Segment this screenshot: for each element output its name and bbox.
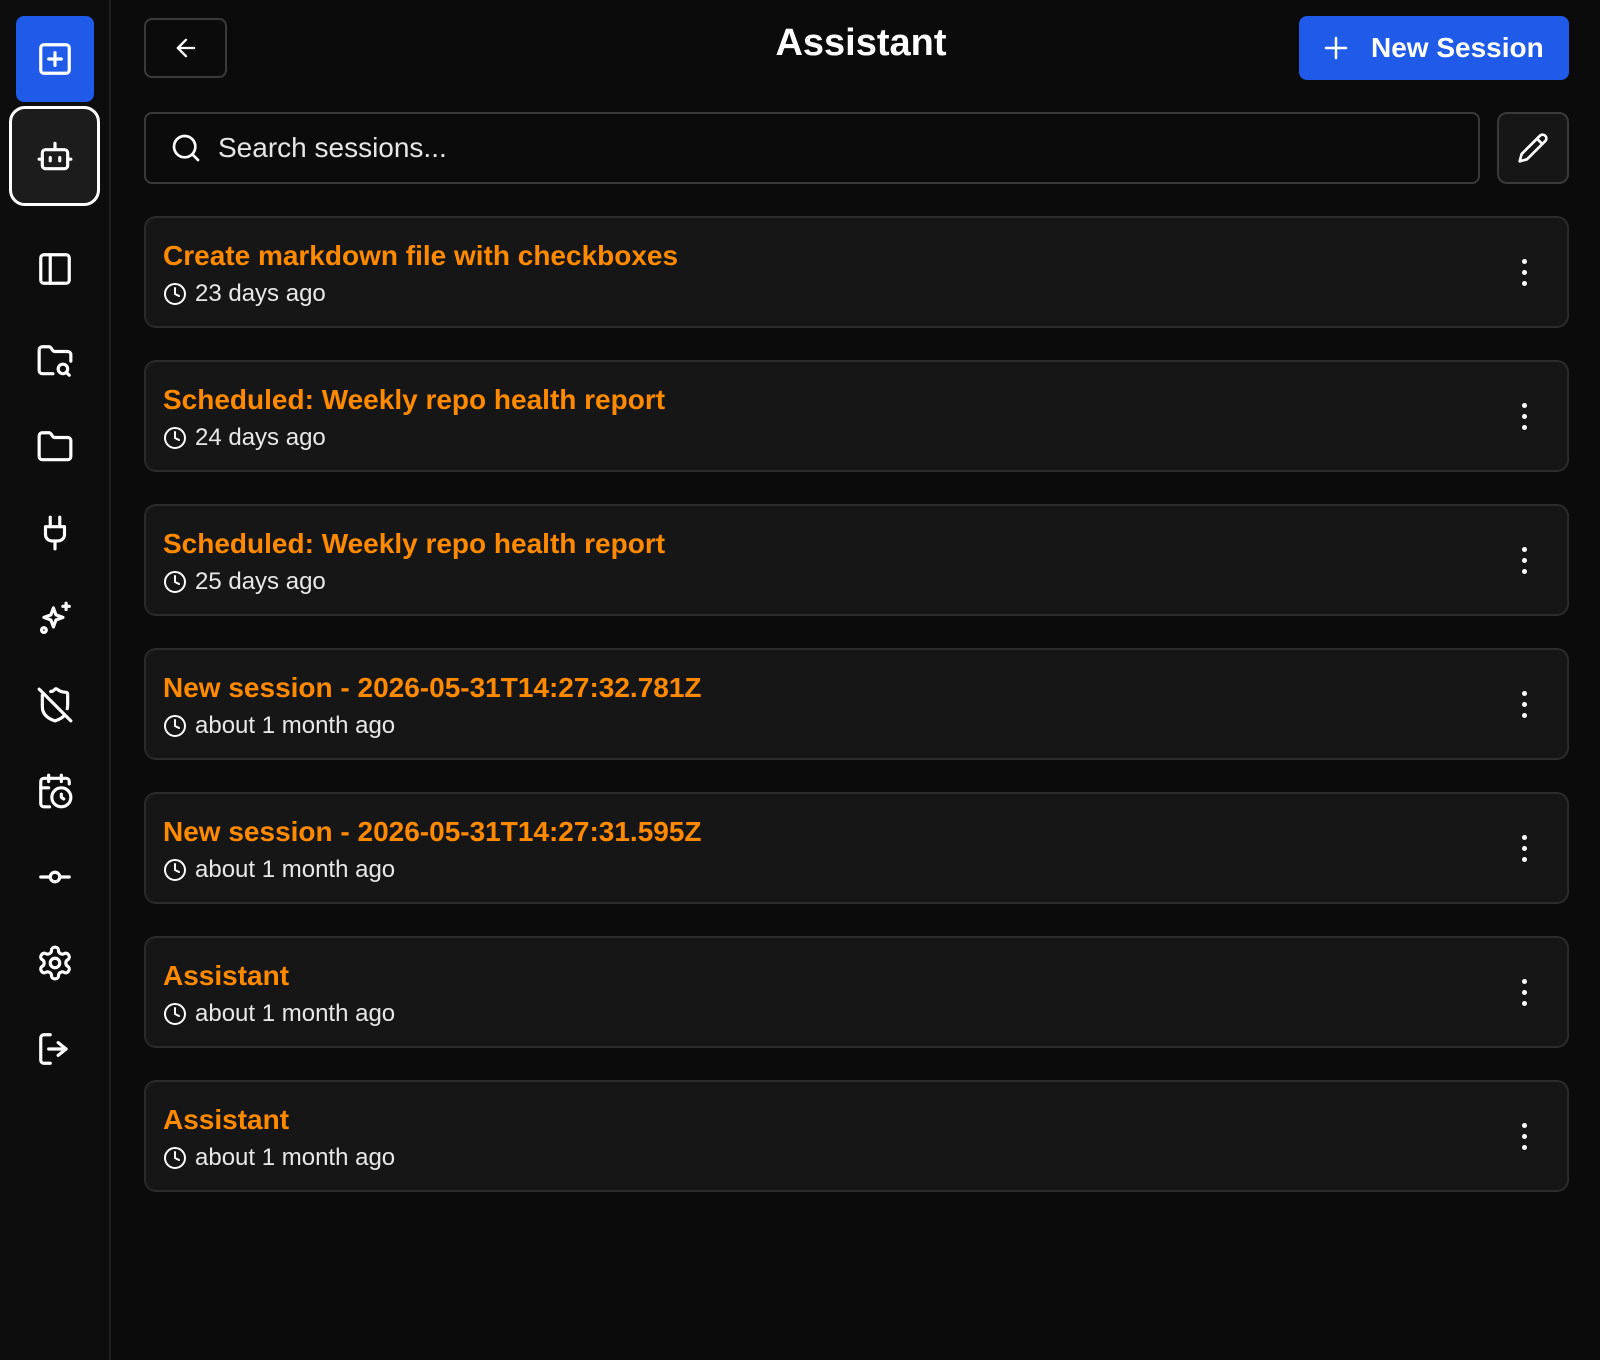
session-time: about 1 month ago <box>195 856 396 883</box>
session-meta: about 1 month ago <box>163 856 395 884</box>
sidebar-item-folder-search[interactable] <box>16 318 94 404</box>
session-meta: 23 days ago <box>163 280 326 308</box>
session-meta: 24 days ago <box>163 424 326 452</box>
session-meta: about 1 month ago <box>163 712 395 740</box>
clock-icon <box>164 283 186 305</box>
more-options-icon[interactable] <box>1509 1112 1539 1160</box>
panel-icon <box>39 253 71 285</box>
session-time: 23 days ago <box>195 280 326 307</box>
session-time: 25 days ago <box>195 568 326 595</box>
search-icon <box>172 134 200 162</box>
search-input[interactable] <box>218 132 1418 164</box>
page-title: Assistant <box>775 22 947 64</box>
commit-icon <box>39 870 71 884</box>
session-title: New session - 2026-05-31T14:27:32.781Z <box>163 672 702 703</box>
sidebar-item-assistant[interactable] <box>9 106 100 206</box>
clock-icon <box>164 427 186 449</box>
session-time: about 1 month ago <box>195 1144 396 1171</box>
session-card[interactable]: Create markdown file with checkboxes 23 … <box>144 216 1569 328</box>
sidebar-item-commits[interactable] <box>16 834 94 920</box>
plus-icon <box>1324 36 1348 60</box>
session-title: Assistant <box>163 960 290 991</box>
edit-sessions-button[interactable] <box>1497 112 1569 184</box>
settings-icon <box>39 945 71 981</box>
session-card[interactable]: New session - 2026-05-31T14:27:32.781Z a… <box>144 648 1569 760</box>
sidebar <box>0 0 111 1360</box>
new-chat-icon <box>39 43 71 75</box>
folder-icon <box>37 431 73 462</box>
session-time: 24 days ago <box>195 424 326 451</box>
session-meta: about 1 month ago <box>163 1000 395 1028</box>
clock-icon <box>164 571 186 593</box>
sidebar-item-settings[interactable] <box>16 920 94 1006</box>
search-box[interactable] <box>144 112 1480 184</box>
sidebar-item-integrations[interactable] <box>16 490 94 576</box>
sidebar-item-logout[interactable] <box>16 1006 94 1092</box>
session-card[interactable]: Assistant about 1 month ago <box>144 1080 1569 1192</box>
session-card[interactable]: Assistant about 1 month ago <box>144 936 1569 1048</box>
sidebar-item-folder[interactable] <box>16 404 94 490</box>
app-window: Assistant New Session Create markdown fi… <box>0 0 1600 1360</box>
clock-icon <box>164 715 186 737</box>
sidebar-item-permissions[interactable] <box>16 662 94 748</box>
clock-icon <box>164 1003 186 1025</box>
new-session-label: New Session <box>1371 32 1544 63</box>
new-session-button[interactable]: New Session <box>1299 16 1569 80</box>
pencil-icon <box>1518 133 1548 163</box>
session-time: about 1 month ago <box>195 1000 396 1027</box>
calendar-clock-icon <box>39 773 73 809</box>
session-title: Scheduled: Weekly repo health report <box>163 528 666 559</box>
plug-icon <box>43 515 67 551</box>
bot-icon <box>37 141 72 171</box>
session-meta: about 1 month ago <box>163 1144 395 1172</box>
session-title: Scheduled: Weekly repo health report <box>163 384 666 415</box>
session-time: about 1 month ago <box>195 712 396 739</box>
session-title: New session - 2026-05-31T14:27:31.595Z <box>163 816 702 847</box>
sidebar-item-skills[interactable] <box>16 576 94 662</box>
logout-icon <box>39 1033 68 1065</box>
more-options-icon[interactable] <box>1509 968 1539 1016</box>
page-title-container: Assistant <box>671 22 1051 65</box>
more-options-icon[interactable] <box>1509 536 1539 584</box>
folder-search-icon <box>37 345 73 377</box>
sidebar-new-chat-button[interactable] <box>16 16 94 102</box>
sidebar-item-panel[interactable] <box>16 226 94 312</box>
session-title: Assistant <box>163 1104 290 1135</box>
sparkles-icon <box>39 601 71 635</box>
session-card[interactable]: Scheduled: Weekly repo health report 24 … <box>144 360 1569 472</box>
session-meta: 25 days ago <box>163 568 326 596</box>
sidebar-item-scheduled[interactable] <box>16 748 94 834</box>
session-list: Create markdown file with checkboxes 23 … <box>144 216 1569 1224</box>
back-button[interactable] <box>144 18 227 78</box>
more-options-icon[interactable] <box>1509 824 1539 872</box>
main-content: Assistant New Session Create markdown fi… <box>111 0 1600 1360</box>
session-card[interactable]: Scheduled: Weekly repo health report 25 … <box>144 504 1569 616</box>
more-options-icon[interactable] <box>1509 392 1539 440</box>
session-card[interactable]: New session - 2026-05-31T14:27:31.595Z a… <box>144 792 1569 904</box>
more-options-icon[interactable] <box>1509 248 1539 296</box>
arrow-left-icon <box>176 38 195 58</box>
shield-off-icon <box>37 687 73 723</box>
more-options-icon[interactable] <box>1509 680 1539 728</box>
session-title: Create markdown file with checkboxes <box>163 240 679 271</box>
clock-icon <box>164 859 186 881</box>
clock-icon <box>164 1147 186 1169</box>
